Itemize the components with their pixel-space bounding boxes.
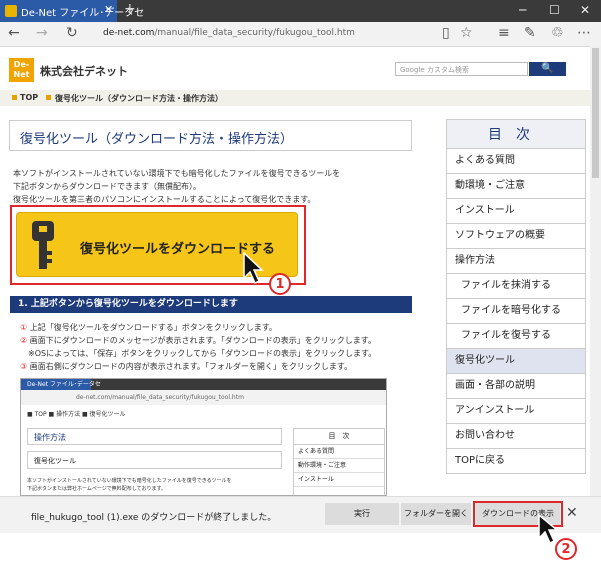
- toc-item-contact[interactable]: お問い合わせ: [446, 424, 586, 449]
- description-line: 下記ボタンからダウンロードできます（無償配布）。: [13, 182, 201, 191]
- company-name: 株式会社デネット: [40, 65, 128, 78]
- reading-view-icon[interactable]: ▯: [442, 25, 450, 41]
- new-tab-button[interactable]: +: [124, 1, 136, 17]
- inner-tab: De-Net ファイル･データセ: [21, 379, 101, 390]
- inner-title: 操作方法: [27, 428, 282, 445]
- run-button[interactable]: 実行: [325, 503, 399, 525]
- inner-address: de-net.com/manual/file_data_security/fuk…: [21, 390, 386, 405]
- search-input[interactable]: Google カスタム検索: [395, 62, 528, 76]
- toc-item-operation[interactable]: 操作方法: [446, 249, 586, 274]
- toc-item-decrypt[interactable]: ファイルを復号する: [446, 324, 586, 349]
- refresh-icon[interactable]: ↻: [66, 25, 78, 41]
- url-path: /manual/file_data_security/fukugou_tool.…: [154, 28, 355, 38]
- window-close-icon[interactable]: ✕: [580, 3, 590, 17]
- key-icon: [32, 221, 54, 269]
- toc-item-erase[interactable]: ファイルを抹消する: [446, 274, 586, 299]
- table-of-contents: 目次 よくある質問 動環境・ご注意 インストール ソフトウェアの概要 操作方法 …: [446, 119, 586, 474]
- note-icon[interactable]: ✎: [524, 25, 536, 41]
- url-domain: de-net.com: [103, 28, 155, 38]
- maximize-icon[interactable]: ☐: [549, 3, 560, 17]
- minimize-icon[interactable]: ─: [519, 3, 526, 17]
- inner-toc-head: 目 次: [294, 429, 384, 445]
- step-line: ① 上記「復号化ツールをダウンロードする」ボタンをクリックします。: [20, 322, 277, 333]
- download-bar-close-icon[interactable]: ✕: [566, 505, 578, 521]
- step-text: 上記「復号化ツールをダウンロードする」ボタンをクリックします。: [27, 323, 277, 332]
- toc-item-environment[interactable]: 動環境・ご注意: [446, 174, 586, 199]
- step-line: ※OSによっては、「保存」ボタンをクリックしてから「ダウンロードの表示」をクリッ…: [20, 348, 376, 359]
- breadcrumb-top-link[interactable]: TOP: [20, 93, 38, 102]
- page-margin: [0, 533, 601, 567]
- step-line: ③ 画面右側にダウンロードの内容が表示されます。「フォルダーを開く」をクリックし…: [20, 361, 352, 372]
- inner-toc-item: 動作環境・ご注意: [294, 459, 384, 473]
- step-text: 画面下にダウンロードのメッセージが表示されます。「ダウンロードの表示」をクリック…: [27, 336, 376, 345]
- section-heading: 1. 上記ボタンから復号化ツールをダウンロードします: [10, 296, 412, 313]
- description-line: 本ソフトがインストールされていない環境下でも暗号化したファイルを復号できるツール…: [13, 169, 341, 178]
- toc-item-install[interactable]: インストール: [446, 199, 586, 224]
- step-marker-1: 1: [269, 273, 291, 295]
- step-text: ※OSによっては、「保存」ボタンをクリックしてから「ダウンロードの表示」をクリッ…: [20, 349, 377, 358]
- cursor-icon: [243, 252, 264, 285]
- inner-tab-bar: De-Net ファイル･データセ: [21, 379, 386, 390]
- example-screenshot: De-Net ファイル･データセ de-net.com/manual/file_…: [20, 378, 387, 496]
- page-title: 復号化ツール（ダウンロード方法・操作方法）: [20, 132, 294, 147]
- search-button[interactable]: 🔍: [529, 62, 566, 76]
- inner-text: 本ソフトがインストールされていない環境下でも暗号化したファイルを復号できるツール…: [27, 478, 232, 484]
- company-logo[interactable]: De-Net: [9, 58, 34, 82]
- inner-text: 下記ボタンまたは弊社ホームページで無料配布しております。: [27, 486, 166, 492]
- inner-subtitle: 復号化ツール: [27, 451, 282, 469]
- toc-item-overview[interactable]: ソフトウェアの概要: [446, 224, 586, 249]
- toc-item-uninstall[interactable]: アンインストール: [446, 399, 586, 424]
- tab-close-icon[interactable]: ✕: [104, 3, 113, 16]
- description-line: 復号化ツールを第三者のパソコンにインストールすることによって復号化できます。: [13, 195, 316, 204]
- inner-toc: 目 次 よくある質問 動作環境・ご注意 インストール: [293, 428, 385, 495]
- scrollbar-thumb[interactable]: [592, 48, 599, 178]
- toc-heading: 目次: [446, 119, 586, 149]
- toc-item-faq[interactable]: よくある質問: [446, 149, 586, 174]
- toc-item-decrypt-tool[interactable]: 復号化ツール: [446, 349, 586, 374]
- bullet-icon: [46, 95, 51, 100]
- breadcrumb-current: 復号化ツール（ダウンロード方法・操作方法）: [55, 94, 223, 103]
- toc-item-screen-guide[interactable]: 画面・各部の説明: [446, 374, 586, 399]
- back-icon[interactable]: ←: [8, 25, 20, 41]
- page-title-box: 復号化ツール（ダウンロード方法・操作方法）: [9, 120, 412, 151]
- favorite-icon[interactable]: ☆: [460, 25, 473, 41]
- toc-item-top[interactable]: TOPに戻る: [446, 449, 586, 474]
- more-icon[interactable]: ⋯: [577, 25, 591, 41]
- toc-item-encrypt[interactable]: ファイルを暗号化する: [446, 299, 586, 324]
- forward-icon[interactable]: →: [36, 25, 48, 41]
- open-folder-button[interactable]: フォルダーを開く: [401, 503, 471, 525]
- step-text: 画面右側にダウンロードの内容が表示されます。「フォルダーを開く」をクリックします…: [27, 362, 353, 371]
- browser-tab[interactable]: De-Net ファイル･データセ ✕: [0, 0, 144, 22]
- inner-toc-item: よくある質問: [294, 445, 384, 459]
- share-icon[interactable]: ♲: [551, 25, 564, 41]
- address-bar[interactable]: de-net.com/manual/file_data_security/fuk…: [103, 28, 355, 38]
- inner-toc-item: インストール: [294, 473, 384, 487]
- step-marker-2: 2: [555, 538, 577, 560]
- bullet-icon: [12, 95, 17, 100]
- step-line: ② 画面下にダウンロードのメッセージが表示されます。「ダウンロードの表示」をクリ…: [20, 335, 376, 346]
- inner-breadcrumb: ■ TOP ■ 操作方法 ■ 復号化ツール: [27, 411, 126, 418]
- hub-icon[interactable]: ≡: [498, 25, 510, 41]
- download-message: file_hukugo_tool (1).exe のダウンロードが終了しました。: [31, 513, 277, 523]
- site-favicon-icon: [5, 5, 17, 17]
